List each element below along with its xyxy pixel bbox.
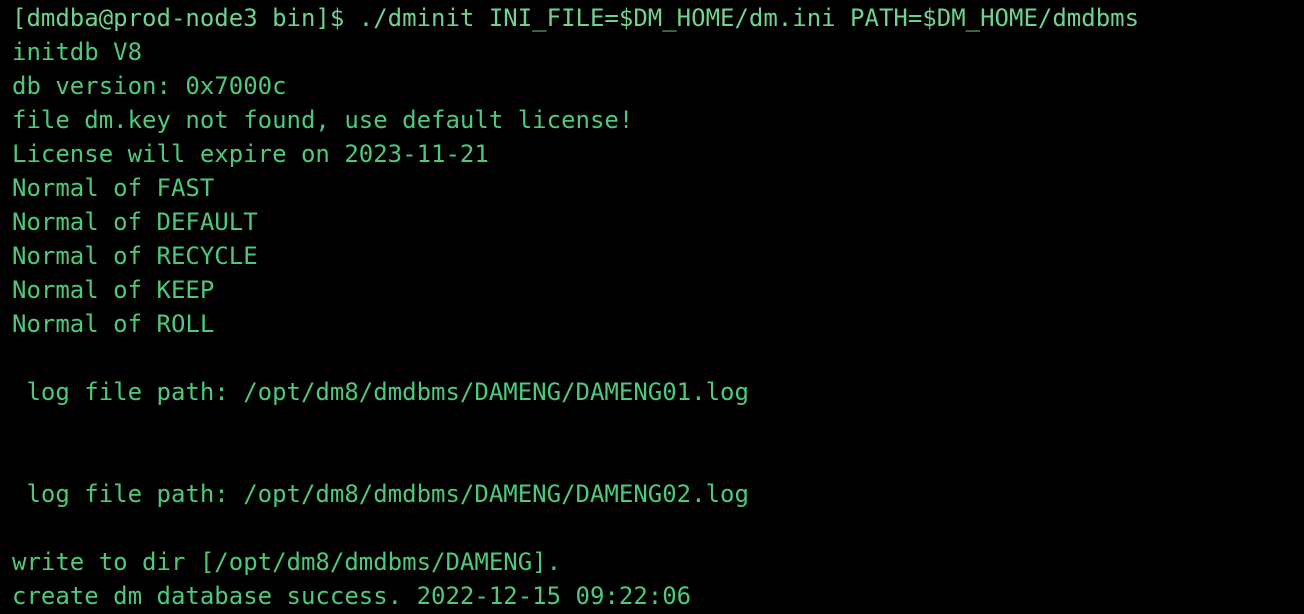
output-line-license-expiry: License will expire on 2023-11-21: [12, 140, 489, 168]
output-line-normal-recycle: Normal of RECYCLE: [12, 242, 258, 270]
output-line-log-path-2: log file path: /opt/dm8/dmdbms/DAMENG/DA…: [12, 480, 749, 508]
output-line-log-path-1: log file path: /opt/dm8/dmdbms/DAMENG/DA…: [12, 378, 749, 406]
output-line-blank: [12, 341, 1304, 375]
output-line-create-success: create dm database success. 2022-12-15 0…: [12, 582, 692, 610]
output-line-normal-fast: Normal of FAST: [12, 174, 215, 202]
output-line-blank: [12, 409, 1304, 443]
output-line-normal-default: Normal of DEFAULT: [12, 208, 258, 236]
output-line-blank: [12, 511, 1304, 545]
output-line-normal-keep: Normal of KEEP: [12, 276, 215, 304]
output-line-normal-roll: Normal of ROLL: [12, 310, 215, 338]
output-line-write-dir: write to dir [/opt/dm8/dmdbms/DAMENG].: [12, 548, 562, 576]
output-line-initdb-version: initdb V8: [12, 38, 143, 66]
output-line-license-warning: file dm.key not found, use default licen…: [12, 106, 634, 134]
terminal-window[interactable]: [dmdba@prod-node3 bin]$ ./dminit INI_FIL…: [0, 0, 1304, 614]
output-line-db-version: db version: 0x7000c: [12, 72, 287, 100]
output-line-blank: [12, 443, 1304, 477]
command-prompt-line: [dmdba@prod-node3 bin]$ ./dminit INI_FIL…: [12, 4, 1140, 32]
